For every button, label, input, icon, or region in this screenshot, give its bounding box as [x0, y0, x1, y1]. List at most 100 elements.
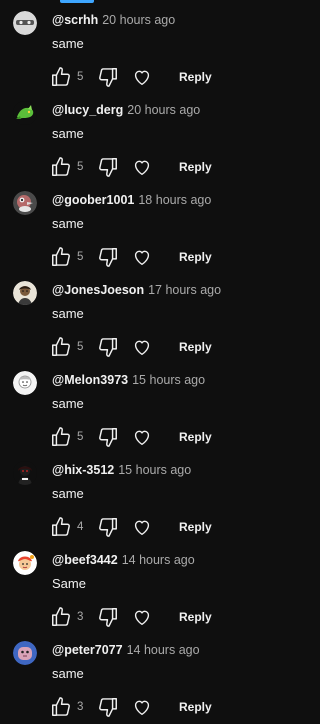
- comment-time[interactable]: 20 hours ago: [102, 13, 175, 27]
- comment-actions: 4 Reply: [50, 516, 250, 538]
- like-count: 5: [77, 71, 84, 83]
- comment-item: @JonesJoeson 17 hours ago same 5 Reply: [0, 270, 252, 360]
- comment-header: @beef3442 14 hours ago: [52, 552, 195, 568]
- heart-button[interactable]: [131, 696, 153, 718]
- comment-header: @scrhh 20 hours ago: [52, 12, 175, 28]
- dislike-button[interactable]: [97, 66, 119, 88]
- comment-time[interactable]: 15 hours ago: [132, 373, 205, 387]
- comment-item: @peter7077 14 hours ago same 3 Reply: [0, 630, 252, 720]
- dislike-button[interactable]: [97, 606, 119, 628]
- heart-button[interactable]: [131, 156, 153, 178]
- comment-actions: 5 Reply: [50, 66, 250, 88]
- comment-time[interactable]: 14 hours ago: [122, 553, 195, 567]
- avatar-cartoon-icon[interactable]: [13, 551, 37, 575]
- comment-text: same: [52, 396, 84, 411]
- comment-actions: 5 Reply: [50, 336, 250, 358]
- reply-button[interactable]: Reply: [179, 159, 212, 175]
- reply-button[interactable]: Reply: [179, 519, 212, 535]
- comment-time[interactable]: 18 hours ago: [138, 193, 211, 207]
- like-count: 3: [77, 611, 84, 623]
- heart-button[interactable]: [131, 66, 153, 88]
- heart-icon: [134, 160, 150, 176]
- comment-item: @lucy_derg 20 hours ago same 5 Reply: [0, 90, 252, 180]
- comment-author[interactable]: @beef3442: [52, 553, 118, 567]
- reply-button[interactable]: Reply: [179, 339, 212, 355]
- reply-button[interactable]: Reply: [179, 699, 212, 715]
- like-button[interactable]: [50, 66, 72, 88]
- thumbs-down-icon: [99, 68, 117, 87]
- like-count: 5: [77, 251, 84, 263]
- comment-text: same: [52, 36, 84, 51]
- comment-author[interactable]: @Melon3973: [52, 373, 128, 387]
- comment-author[interactable]: @lucy_derg: [52, 103, 123, 117]
- thumbs-down-icon: [99, 248, 117, 267]
- reply-button[interactable]: Reply: [179, 609, 212, 625]
- like-count: 5: [77, 431, 84, 443]
- thumbs-down-icon: [99, 608, 117, 627]
- like-button[interactable]: [50, 696, 72, 718]
- reply-button[interactable]: Reply: [179, 69, 212, 85]
- heart-button[interactable]: [131, 516, 153, 538]
- comment-header: @lucy_derg 20 hours ago: [52, 102, 200, 118]
- heart-button[interactable]: [131, 336, 153, 358]
- heart-icon: [134, 700, 150, 716]
- avatar-grey-face-icon[interactable]: [13, 11, 37, 35]
- comment-header: @goober1001 18 hours ago: [52, 192, 211, 208]
- heart-icon: [134, 250, 150, 266]
- dislike-button[interactable]: [97, 516, 119, 538]
- like-button[interactable]: [50, 156, 72, 178]
- comment-item: @Melon3973 15 hours ago same 5 Reply: [0, 360, 252, 450]
- comment-time[interactable]: 20 hours ago: [127, 103, 200, 117]
- reply-button[interactable]: Reply: [179, 429, 212, 445]
- like-count: 3: [77, 701, 84, 713]
- avatar-pink-blob-icon[interactable]: [13, 641, 37, 665]
- heart-button[interactable]: [131, 426, 153, 448]
- comment-text: same: [52, 306, 84, 321]
- dislike-button[interactable]: [97, 336, 119, 358]
- like-count: 5: [77, 161, 84, 173]
- heart-icon: [134, 610, 150, 626]
- thumbs-up-icon: [52, 157, 70, 176]
- comment-time[interactable]: 15 hours ago: [118, 463, 191, 477]
- like-button[interactable]: [50, 606, 72, 628]
- comment-actions: 5 Reply: [50, 246, 250, 268]
- thumbs-down-icon: [99, 158, 117, 177]
- avatar-portrait-icon[interactable]: [13, 281, 37, 305]
- comment-time[interactable]: 17 hours ago: [148, 283, 221, 297]
- comment-text: same: [52, 486, 84, 501]
- thumbs-up-icon: [52, 697, 70, 716]
- dislike-button[interactable]: [97, 696, 119, 718]
- like-button[interactable]: [50, 516, 72, 538]
- comment-text: same: [52, 216, 84, 231]
- like-button[interactable]: [50, 336, 72, 358]
- comment-author[interactable]: @peter7077: [52, 643, 123, 657]
- thumbs-down-icon: [99, 428, 117, 447]
- like-button[interactable]: [50, 426, 72, 448]
- heart-button[interactable]: [131, 606, 153, 628]
- comment-author[interactable]: @scrhh: [52, 13, 98, 27]
- comment-item: @beef3442 14 hours ago Same 3 Reply: [0, 540, 252, 630]
- comment-time[interactable]: 14 hours ago: [127, 643, 200, 657]
- thumbs-down-icon: [99, 518, 117, 537]
- comment-author[interactable]: @goober1001: [52, 193, 134, 207]
- heart-icon: [134, 520, 150, 536]
- comment-item: @hix-3512 15 hours ago same 4 Reply: [0, 450, 252, 540]
- comment-author[interactable]: @JonesJoeson: [52, 283, 144, 297]
- thumbs-up-icon: [52, 517, 70, 536]
- comment-header: @JonesJoeson 17 hours ago: [52, 282, 221, 298]
- heart-icon: [134, 430, 150, 446]
- dislike-button[interactable]: [97, 426, 119, 448]
- heart-button[interactable]: [131, 246, 153, 268]
- avatar-bird-icon[interactable]: [13, 191, 37, 215]
- like-count: 5: [77, 341, 84, 353]
- thumbs-up-icon: [52, 607, 70, 626]
- avatar-green-dragon-icon[interactable]: [13, 101, 37, 125]
- comment-author[interactable]: @hix-3512: [52, 463, 114, 477]
- dislike-button[interactable]: [97, 246, 119, 268]
- dislike-button[interactable]: [97, 156, 119, 178]
- like-button[interactable]: [50, 246, 72, 268]
- avatar-white-character-icon[interactable]: [13, 371, 37, 395]
- reply-button[interactable]: Reply: [179, 249, 212, 265]
- avatar-dark-character-icon[interactable]: [13, 461, 37, 485]
- like-count: 4: [77, 521, 84, 533]
